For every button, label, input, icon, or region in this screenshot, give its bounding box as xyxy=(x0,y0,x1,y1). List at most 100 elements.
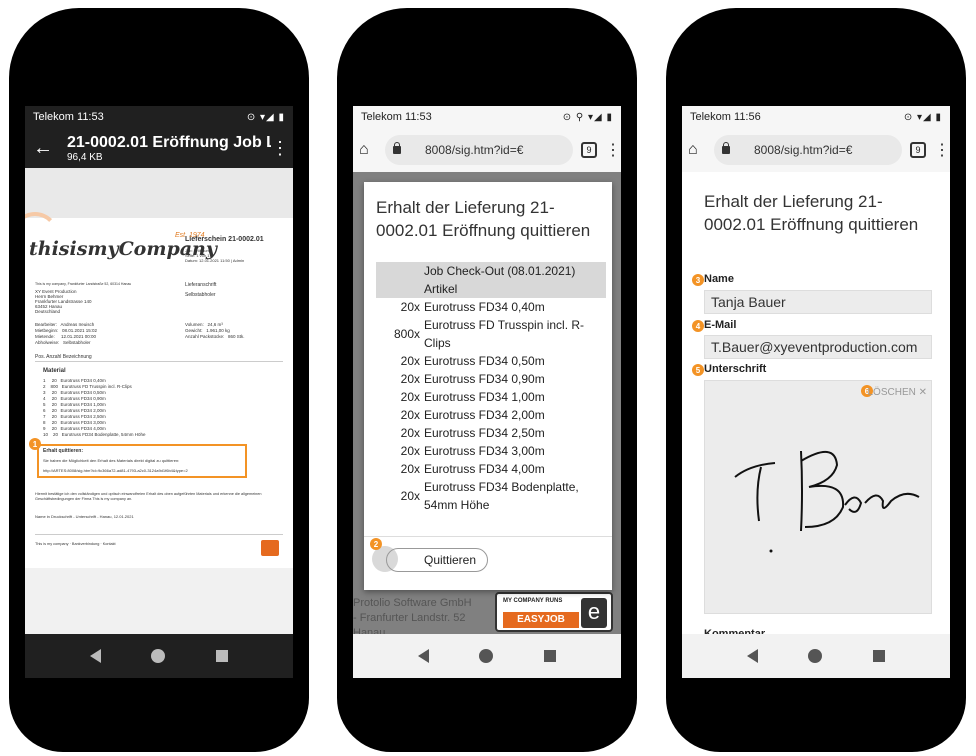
home-icon[interactable]: ⌂ xyxy=(688,141,706,159)
table-row: 20x Eurotruss FD34 0,40m xyxy=(376,298,606,316)
table-header-job: Job Check-Out (08.01.2021) xyxy=(424,264,576,278)
status-carrier-time: Telekom 11:53 xyxy=(33,111,104,123)
sender-line: This is my company, Frankfurter Landstra… xyxy=(35,282,132,286)
nav-recents-icon[interactable] xyxy=(872,650,885,662)
android-nav-bar xyxy=(682,634,950,678)
table-row: 20x Eurotruss FD34 2,00m xyxy=(376,406,606,424)
row-quantity: 20x xyxy=(400,444,420,458)
address: XY Event Production Herrn Behmer Frankfu… xyxy=(35,289,92,314)
back-arrow-icon[interactable]: ← xyxy=(33,137,67,160)
email-field[interactable]: T.Bauer@xyeventproduction.com xyxy=(704,335,932,359)
article-table: Job Check-Out (08.01.2021) Artikel 20x Eu… xyxy=(376,262,606,514)
url-bar[interactable]: 8008/sig.htm?id=€ xyxy=(714,135,902,165)
browser-toolbar: ⌂ 8008/sig.htm?id=€ 9 ⋮ xyxy=(353,128,621,172)
step-badge-4: 4 xyxy=(692,320,704,332)
step-badge-5: 5 xyxy=(692,364,704,376)
nav-back-icon[interactable] xyxy=(747,649,759,663)
pdf-footer: This is my company · Bankverbindung · Ko… xyxy=(35,542,116,546)
table-header-article: Artikel xyxy=(424,282,458,296)
signature-label: Unterschrift xyxy=(704,363,767,375)
name-label: Name xyxy=(704,273,734,285)
url-text: 8008/sig.htm?id=€ xyxy=(754,143,853,157)
row-article: Eurotruss FD34 3,00m xyxy=(424,444,545,458)
tabs-counter[interactable]: 9 xyxy=(581,142,597,158)
more-menu-icon[interactable]: ⋮ xyxy=(934,140,950,160)
nav-back-icon[interactable] xyxy=(90,649,102,663)
phone-signature-form: Telekom 11:56 ⊙ ▾◢ ▮ ⌂ 8008/sig.htm?id=€… xyxy=(666,8,966,752)
tabs-counter[interactable]: 9 xyxy=(910,142,926,158)
android-nav-bar xyxy=(353,634,621,678)
quittieren-button[interactable]: Quittieren xyxy=(386,548,488,572)
lock-icon xyxy=(722,142,730,154)
divider xyxy=(35,361,283,362)
table-row: 20x Eurotruss FD34 3,00m xyxy=(376,442,606,460)
row-quantity: 20x xyxy=(400,354,420,368)
row-article: Eurotruss FD34 2,00m xyxy=(424,408,545,422)
phone-browser-list: Telekom 11:53 ⊙ ⚲ ▾◢ ▮ ⌂ 8008/sig.htm?id… xyxy=(337,8,637,752)
details-right: Volumen: 24,6 m³ Gewicht: 1.961,00 kg An… xyxy=(185,322,245,339)
row-quantity: 20x xyxy=(400,300,420,314)
email-label: E-Mail xyxy=(704,319,737,331)
status-icons: ⊙ ▾◢ ▮ xyxy=(903,111,942,123)
nav-recents-icon[interactable] xyxy=(543,650,556,662)
name-field[interactable]: Tanja Bauer xyxy=(704,290,932,314)
pdf-size: 96,4 KB xyxy=(67,151,103,163)
row-article: Eurotruss FD34 0,90m xyxy=(424,372,545,386)
status-carrier-time: Telekom 11:53 xyxy=(361,111,432,123)
more-menu-icon[interactable]: ⋮ xyxy=(605,140,621,160)
step-badge-3: 3 xyxy=(692,274,704,286)
status-bar: Telekom 11:53 ⊙ ⚲ ▾◢ ▮ xyxy=(353,106,621,128)
signature-form: Erhalt der Lieferung 21-0002.01 Eröffnun… xyxy=(682,172,950,640)
status-icons: ⊙ ⚲ ▾◢ ▮ xyxy=(562,111,613,123)
row-quantity: 20x xyxy=(400,426,420,440)
modal-title: Erhalt der Lieferung 21-0002.01 Eröffnun… xyxy=(376,198,591,240)
doc-title: Lieferschein 21-0002.01 xyxy=(185,236,264,243)
row-quantity: 20x xyxy=(400,390,420,404)
home-icon[interactable]: ⌂ xyxy=(359,141,377,159)
status-bar: Telekom 11:53 ⊙ ▾◢ ▮ xyxy=(25,106,293,128)
phone-pdf-viewer: Telekom 11:53 ⊙ ▾◢ ▮ ← 21-0002.01 Eröffn… xyxy=(9,8,309,752)
step-badge-2: 2 xyxy=(370,538,382,550)
more-menu-icon[interactable]: ⋮ xyxy=(271,138,289,159)
pdf-gray-margin xyxy=(25,168,293,218)
easyjob-logo-icon xyxy=(261,540,279,556)
nav-home-icon[interactable] xyxy=(808,649,823,663)
nav-home-icon[interactable] xyxy=(479,649,494,663)
table-row: 20x Eurotruss FD34 0,50m xyxy=(376,352,606,370)
row-article: Eurotruss FD34 0,50m xyxy=(424,354,545,368)
receipt-modal: Erhalt der Lieferung 21-0002.01 Eröffnun… xyxy=(364,182,612,590)
row-quantity: 20x xyxy=(400,372,420,386)
divider xyxy=(35,534,283,535)
screen: Telekom 11:53 ⊙ ⚲ ▾◢ ▮ ⌂ 8008/sig.htm?id… xyxy=(353,106,621,678)
url-bar[interactable]: 8008/sig.htm?id=€ xyxy=(385,135,573,165)
nav-home-icon[interactable] xyxy=(151,649,166,663)
nav-back-icon[interactable] xyxy=(418,649,430,663)
table-columns: Pos. Anzahl Bezeichnung xyxy=(35,354,92,360)
signature-pad[interactable]: 6 LÖSCHEN ✕ xyxy=(704,380,932,614)
material-lines: 1 20 Eurotruss FD34 0,40m 2 800 Eurotruss… xyxy=(43,378,146,438)
screen: Telekom 11:53 ⊙ ▾◢ ▮ ← 21-0002.01 Eröffn… xyxy=(25,106,293,678)
easyjob-tagline: MY COMPANY RUNS xyxy=(503,598,563,604)
row-article: Eurotruss FD34 2,50m xyxy=(424,426,545,440)
row-article: Eurotruss FD34 4,00m xyxy=(424,462,545,476)
delivery-address-label: Lieferanschrift xyxy=(185,282,217,288)
table-header-row: Job Check-Out (08.01.2021) xyxy=(376,262,606,280)
easyjob-banner: MY COMPANY RUNS EASYJOB e xyxy=(495,592,613,632)
form-title: Erhalt der Lieferung 21-0002.01 Eröffnun… xyxy=(704,192,919,234)
lock-icon xyxy=(393,142,401,154)
receipt-link[interactable]: http://ARTES:8008/sig.htm?id=9c366a72-ad… xyxy=(43,468,188,473)
pdf-page[interactable]: thisismyCompany Est. 1974 Lieferschein 2… xyxy=(25,212,293,568)
sign-line: Name in Druckschrift - Unterschrift - Ha… xyxy=(35,514,134,519)
material-heading: Material xyxy=(43,368,66,374)
row-quantity: 20x xyxy=(400,489,420,503)
status-icons: ⊙ ▾◢ ▮ xyxy=(246,111,285,123)
browser-toolbar: ⌂ 8008/sig.htm?id=€ 9 ⋮ xyxy=(682,128,950,172)
pdf-title-block: 21-0002.01 Eröffnung Job Li... 96,4 KB xyxy=(67,134,271,163)
easyjob-e-logo: e xyxy=(581,598,607,628)
material-line: 10 20 Eurotruss FD34 Bodenplatte, 54mm H… xyxy=(43,432,146,437)
row-article: Eurotruss FD34 0,40m xyxy=(424,300,545,314)
nav-recents-icon[interactable] xyxy=(215,650,228,662)
receipt-box: Erhalt quittieren: Sie haben die Möglich… xyxy=(37,444,247,478)
pdf-header: ← 21-0002.01 Eröffnung Job Li... 96,4 KB… xyxy=(25,128,293,168)
table-row: 20x Eurotruss FD34 0,90m xyxy=(376,370,606,388)
